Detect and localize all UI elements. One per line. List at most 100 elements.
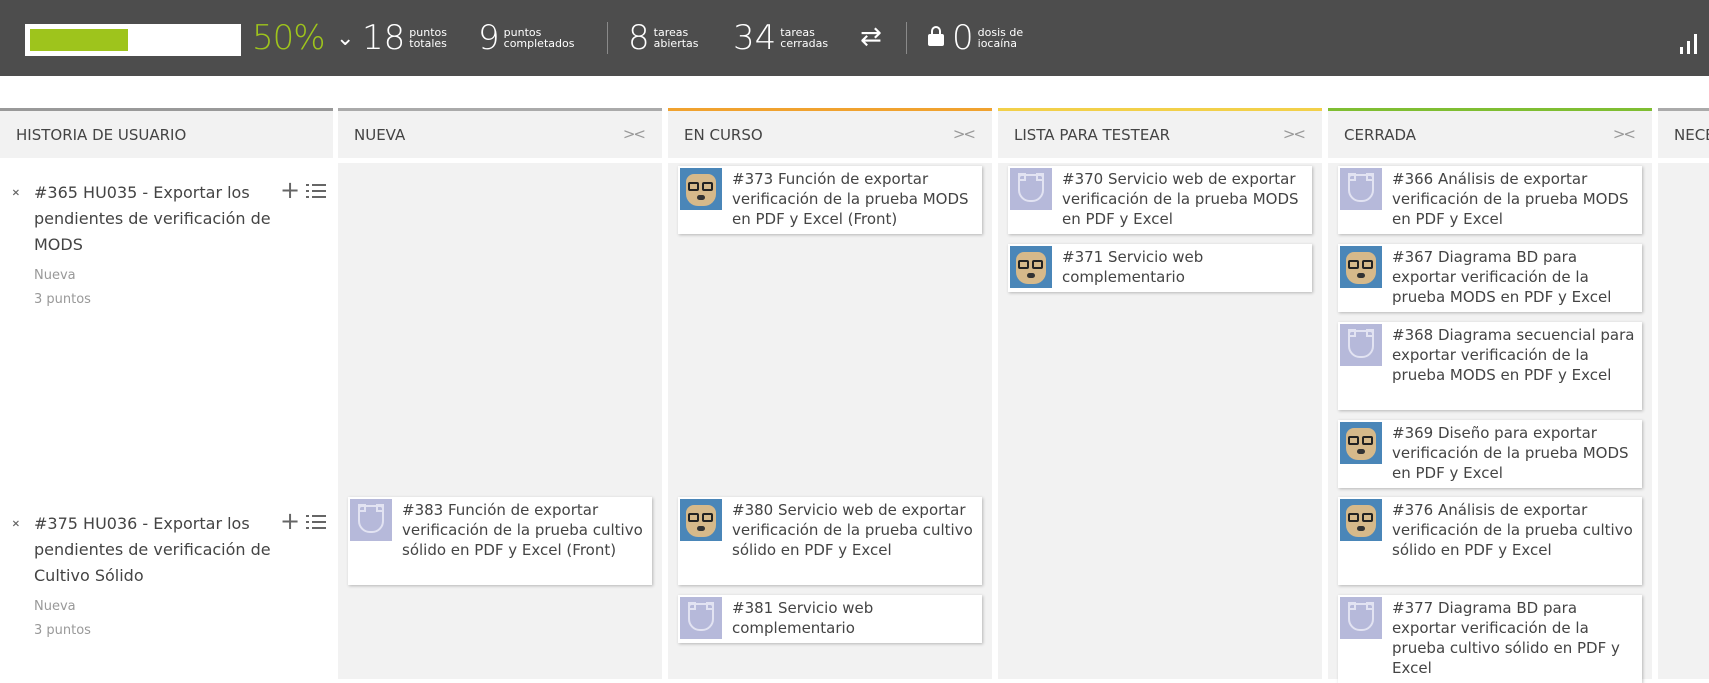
task-title: #366 Análisis de exportar verificación d… [1392,170,1629,228]
stat-value: 18 [362,18,406,58]
list-icon-line [312,515,326,517]
task-title: #367 Diagrama BD para exportar verificac… [1392,248,1612,306]
stats-bar: 50% ⌄ 18 puntos totales 9 puntos completad… [0,0,1709,76]
task-card[interactable]: #369 Diseño para exportar verificación d… [1338,420,1642,488]
task-card[interactable]: #370 Servicio web de exportar verificaci… [1008,166,1312,234]
stat-open-tasks: 8 tareas abiertas [628,18,699,58]
collapse-toggle-icon[interactable]: ⌄ ⌃ [10,513,22,536]
lock-icon [928,26,944,46]
list-icon-line [312,196,326,198]
column-title: NECE [1674,126,1709,144]
avatar-part [1348,260,1359,269]
column-title: CERRADA [1344,126,1416,144]
user-avatar [1340,499,1382,541]
list-icon-line [312,190,326,192]
avatar-part [1362,513,1373,522]
avatar-part [1357,273,1365,278]
stat-label: tareas cerradas [780,26,829,50]
plus-icon[interactable]: + [280,507,300,535]
avatar-part [697,526,705,531]
column-header-next: NECE [1658,108,1709,158]
avatar-part [688,602,696,610]
task-card[interactable]: #381 Servicio web complementario [678,595,982,643]
default-avatar [1340,168,1382,210]
task-card[interactable]: #366 Análisis de exportar verificación d… [1338,166,1642,234]
progress-percent: 50% [252,18,326,58]
task-card[interactable]: #380 Servicio web de exportar verificaci… [678,497,982,585]
task-card[interactable]: #383 Función de exportar verificación de… [348,497,652,585]
avatar-part [1366,173,1374,181]
stat-label: dosis de iocaína [977,26,1024,50]
column-header-en-curso: EN CURSO >< [668,108,992,158]
task-title: #381 Servicio web complementario [732,599,874,637]
story-status: Nueva [34,599,76,614]
avatar-part [1348,329,1356,337]
column-title: NUEVA [354,126,406,144]
bar-graph-icon[interactable] [1680,32,1709,54]
plus-icon[interactable]: + [280,176,300,204]
avatar-part [376,504,384,512]
progress-bar-fill [30,29,128,51]
stat-label: puntos completados [503,26,575,50]
task-title: #368 Diagrama secuencial para exportar v… [1392,326,1635,384]
default-avatar [680,597,722,639]
default-avatar [1340,597,1382,639]
avatar-part [702,513,713,522]
avatar-part [1036,173,1044,181]
fold-column-icon[interactable]: >< [623,125,646,143]
stat-value: 34 [733,18,777,58]
list-icon-line [312,184,326,186]
stat-iocaine: 0 dosis de iocaína [952,18,1023,58]
task-card[interactable]: #376 Análisis de exportar verificación d… [1338,497,1642,585]
task-title: #376 Análisis de exportar verificación d… [1392,501,1633,559]
stat-completed-points: 9 puntos completados [478,18,574,58]
avatar-part [1362,260,1373,269]
avatar-part [1027,273,1035,278]
stat-total-points: 18 puntos totales [362,18,447,58]
column-header-story: HISTORIA DE USUARIO [0,108,333,158]
progress-bar [25,24,241,56]
user-avatar [1340,246,1382,288]
task-card[interactable]: #371 Servicio web complementario [1008,244,1312,292]
list-icon-line [306,527,309,529]
story-title[interactable]: #365 HU035 - Exportar los pendientes de … [34,180,274,258]
list-icon[interactable] [306,513,326,531]
story-title[interactable]: #375 HU036 - Exportar los pendientes de … [34,511,274,589]
swap-arrows-icon[interactable]: ⇄ [860,22,882,52]
avatar-part [1032,260,1043,269]
avatar-part [1357,526,1365,531]
task-title: #380 Servicio web de exportar verificaci… [732,501,973,559]
fold-column-icon[interactable]: >< [1283,125,1306,143]
default-avatar [350,499,392,541]
avatar-part [688,513,699,522]
stat-label: tareas abiertas [653,26,699,50]
avatar-part [688,182,699,191]
avatar-part [1348,436,1359,445]
user-story: ⌄ ⌃ #375 HU036 - Exportar los pendientes d… [10,507,333,651]
column-header-lista-para-testear: LISTA PARA TESTEAR >< [998,108,1322,158]
user-avatar [680,499,722,541]
list-icon[interactable] [306,182,326,200]
task-card[interactable]: #377 Diagrama BD para exportar verificac… [1338,595,1642,683]
list-icon-line [306,184,309,186]
task-card[interactable]: #373 Función de exportar verificación de… [678,166,982,234]
stat-label: puntos totales [409,26,447,50]
list-icon-line [306,515,309,517]
collapse-toggle-icon[interactable]: ⌄ ⌃ [10,182,22,205]
fold-column-icon[interactable]: >< [1613,125,1636,143]
avatar-part [1348,173,1356,181]
stat-closed-tasks: 34 tareas cerradas [733,18,828,58]
column-title: LISTA PARA TESTEAR [1014,126,1171,144]
fold-column-icon[interactable]: >< [953,125,976,143]
avatar-part [1018,173,1026,181]
avatar-part [1348,602,1356,610]
column-header-cerrada: CERRADA >< [1328,108,1652,158]
chevron-down-icon[interactable]: ⌄ [336,26,354,51]
task-title: #369 Diseño para exportar verificación d… [1392,424,1629,482]
task-title: #371 Servicio web complementario [1062,248,1204,286]
task-card[interactable]: #368 Diagrama secuencial para exportar v… [1338,322,1642,410]
avatar-part [1348,513,1359,522]
task-card[interactable]: #367 Diagrama BD para exportar verificac… [1338,244,1642,312]
task-title: #370 Servicio web de exportar verificaci… [1062,170,1299,228]
avatar-part [358,504,366,512]
